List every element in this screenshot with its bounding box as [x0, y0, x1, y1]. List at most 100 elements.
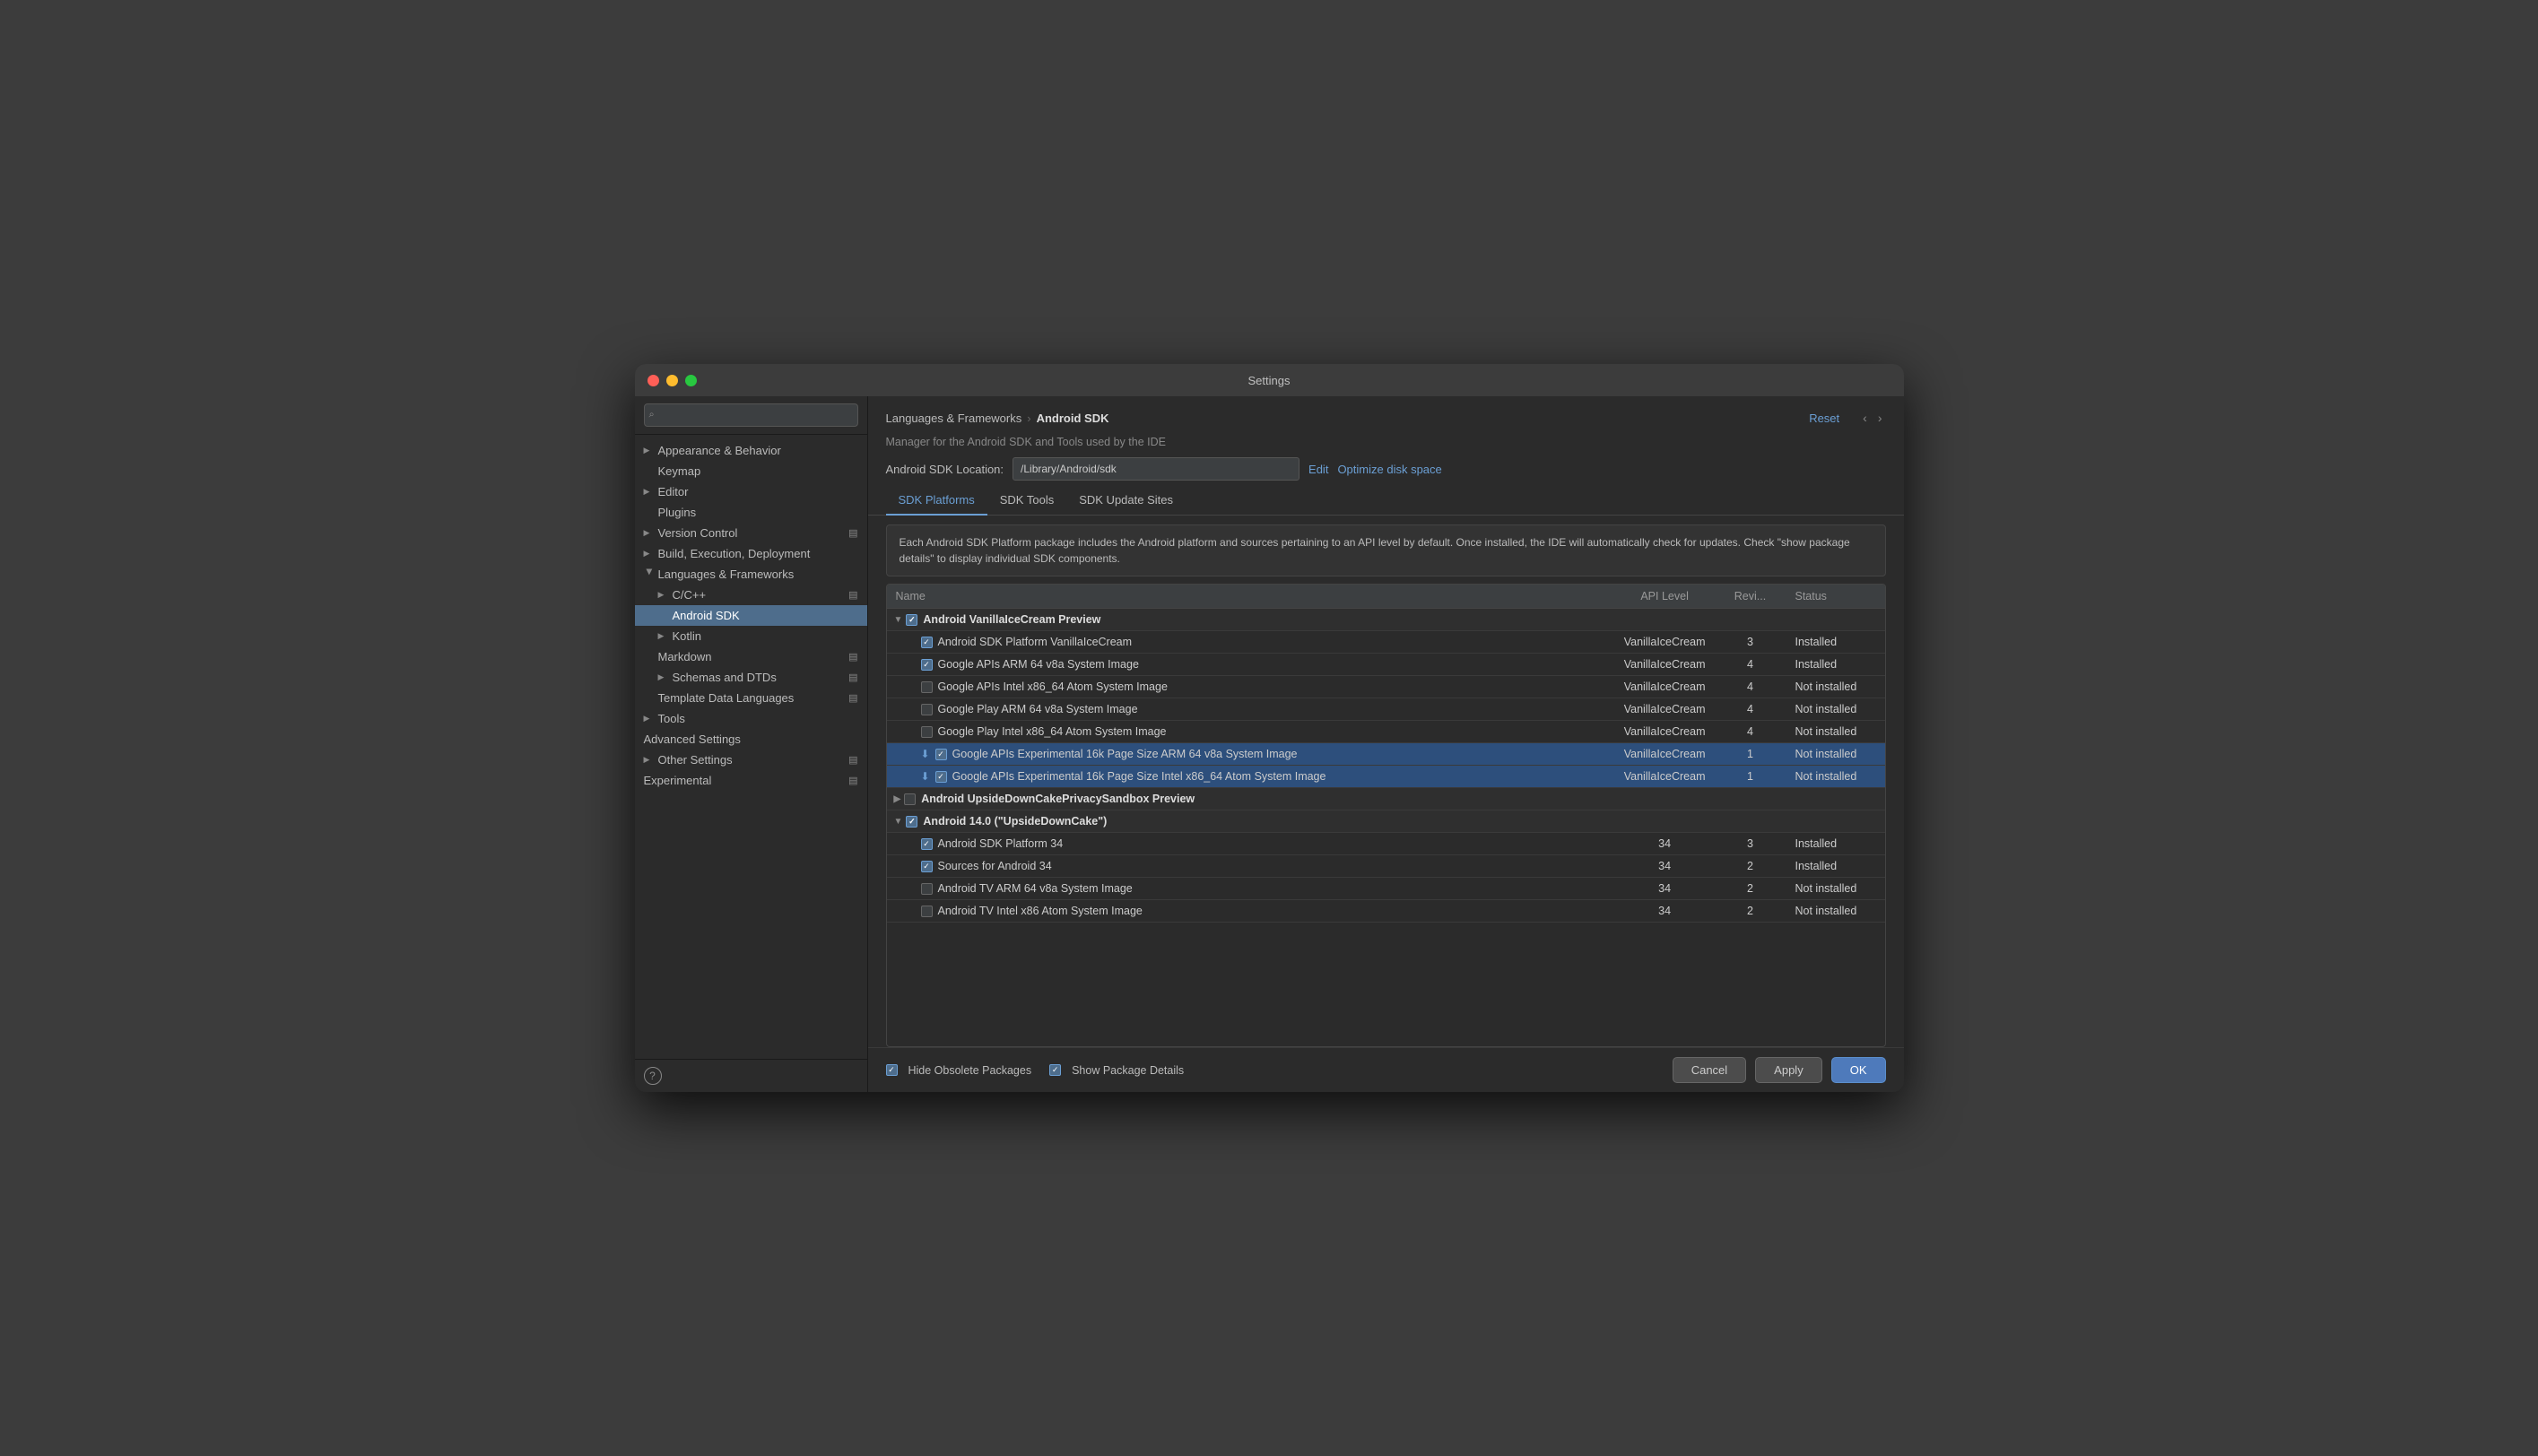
row-label: Google APIs Intel x86_64 Atom System Ima…: [938, 680, 1168, 693]
window-title: Settings: [1248, 374, 1291, 387]
row-checkbox[interactable]: [921, 906, 933, 917]
row-checkbox[interactable]: [921, 681, 933, 693]
row-rev: 2: [1715, 855, 1786, 878]
sidebar-item-advanced[interactable]: Advanced Settings: [635, 729, 867, 750]
table-row: Google Play ARM 64 v8a System Image Vani…: [887, 698, 1885, 721]
row-name-cell: ▼ Android VanillaIceCream Preview: [887, 609, 1615, 631]
hide-obsolete-option: Hide Obsolete Packages: [886, 1064, 1032, 1077]
sidebar-item-build[interactable]: ▶ Build, Execution, Deployment: [635, 543, 867, 564]
reset-button[interactable]: Reset: [1809, 412, 1839, 425]
sidebar-item-languages[interactable]: ▶ Languages & Frameworks: [635, 564, 867, 585]
tab-sdk-platforms[interactable]: SDK Platforms: [886, 486, 987, 516]
expand-icon[interactable]: ▼: [894, 615, 903, 625]
optimize-button[interactable]: Optimize disk space: [1337, 463, 1441, 476]
row-name-cell: Android SDK Platform 34: [887, 833, 1615, 855]
row-status: [1786, 810, 1885, 833]
sidebar-item-experimental[interactable]: Experimental ▤: [635, 770, 867, 791]
sidebar-item-markdown[interactable]: Markdown ▤: [635, 646, 867, 667]
forward-button[interactable]: ›: [1874, 409, 1886, 427]
main-content: ⌕ ▶ Appearance & Behavior Keymap ▶ Edito…: [635, 396, 1904, 1092]
sidebar-item-template[interactable]: Template Data Languages ▤: [635, 688, 867, 708]
ok-button[interactable]: OK: [1831, 1057, 1886, 1083]
row-label: Google APIs ARM 64 v8a System Image: [938, 658, 1139, 671]
minimize-button[interactable]: [666, 375, 678, 386]
row-name-cell: Google APIs ARM 64 v8a System Image: [887, 654, 1615, 676]
search-input[interactable]: [644, 403, 858, 427]
sidebar-item-other[interactable]: ▶ Other Settings ▤: [635, 750, 867, 770]
sidebar-item-kotlin[interactable]: ▶ Kotlin: [635, 626, 867, 646]
sidebar-item-schemas[interactable]: ▶ Schemas and DTDs ▤: [635, 667, 867, 688]
row-checkbox[interactable]: [921, 704, 933, 715]
show-package-option: Show Package Details: [1049, 1064, 1184, 1077]
sidebar-item-cpp[interactable]: ▶ C/C++ ▤: [635, 585, 867, 605]
row-label: Android VanillaIceCream Preview: [923, 613, 1100, 626]
row-api: [1615, 609, 1715, 631]
sidebar-item-appearance[interactable]: ▶ Appearance & Behavior: [635, 440, 867, 461]
main-panel: Languages & Frameworks › Android SDK Res…: [868, 396, 1904, 1092]
table-row: Android SDK Platform 34 34 3 Installed: [887, 833, 1885, 855]
tab-sdk-update-sites[interactable]: SDK Update Sites: [1066, 486, 1186, 516]
row-checkbox[interactable]: [921, 659, 933, 671]
col-name: Name: [887, 585, 1615, 609]
show-package-checkbox[interactable]: [1049, 1064, 1061, 1076]
settings-icon: ▤: [848, 775, 857, 786]
sidebar-item-label: Languages & Frameworks: [658, 568, 795, 581]
search-wrapper: ⌕: [644, 403, 858, 427]
cancel-button[interactable]: Cancel: [1673, 1057, 1746, 1083]
panel-header: Languages & Frameworks › Android SDK Res…: [868, 396, 1904, 427]
row-status: Not installed: [1786, 698, 1885, 721]
back-button[interactable]: ‹: [1859, 409, 1871, 427]
row-name-cell: Android SDK Platform VanillaIceCream: [887, 631, 1615, 654]
table-row-highlighted: ⬇ Google APIs Experimental 16k Page Size…: [887, 766, 1885, 788]
sidebar-item-editor[interactable]: ▶ Editor: [635, 481, 867, 502]
col-rev: Revi...: [1715, 585, 1786, 609]
sidebar-item-label: Schemas and DTDs: [673, 671, 777, 684]
row-checkbox[interactable]: [906, 614, 917, 626]
sidebar-item-keymap[interactable]: Keymap: [635, 461, 867, 481]
row-checkbox[interactable]: [904, 793, 916, 805]
sdk-location-input[interactable]: [1013, 457, 1299, 481]
row-checkbox[interactable]: [921, 838, 933, 850]
settings-icon: ▤: [848, 651, 857, 663]
sidebar-item-tools[interactable]: ▶ Tools: [635, 708, 867, 729]
row-checkbox[interactable]: [921, 726, 933, 738]
row-name-cell: Google APIs Intel x86_64 Atom System Ima…: [887, 676, 1615, 698]
row-checkbox[interactable]: [906, 816, 917, 828]
search-container: ⌕: [635, 396, 867, 435]
sidebar-item-android-sdk[interactable]: Android SDK: [635, 605, 867, 626]
row-checkbox[interactable]: [921, 637, 933, 648]
row-status: Installed: [1786, 654, 1885, 676]
sidebar-item-plugins[interactable]: Plugins: [635, 502, 867, 523]
arrow-icon: ▶: [658, 631, 669, 641]
sidebar-item-version-control[interactable]: ▶ Version Control ▤: [635, 523, 867, 543]
expand-icon[interactable]: ▶: [894, 794, 901, 804]
sidebar-item-label: Version Control: [658, 526, 738, 540]
hide-obsolete-checkbox[interactable]: [886, 1064, 898, 1076]
table-area: Each Android SDK Platform package includ…: [868, 516, 1904, 1047]
settings-icon: ▤: [848, 672, 857, 683]
maximize-button[interactable]: [685, 375, 697, 386]
sdk-table: Name API Level Revi... Status: [887, 585, 1885, 923]
nav-arrows: ‹ ›: [1859, 409, 1885, 427]
sidebar-item-label: Markdown: [658, 650, 712, 663]
edit-button[interactable]: Edit: [1308, 463, 1328, 476]
tab-sdk-tools[interactable]: SDK Tools: [987, 486, 1066, 516]
row-api: VanillaIceCream: [1615, 676, 1715, 698]
row-rev: 4: [1715, 721, 1786, 743]
table-row: Google APIs ARM 64 v8a System Image Vani…: [887, 654, 1885, 676]
row-status: Installed: [1786, 855, 1885, 878]
row-checkbox[interactable]: [935, 771, 947, 783]
row-checkbox[interactable]: [921, 883, 933, 895]
help-button[interactable]: ?: [644, 1067, 662, 1085]
row-label: Android SDK Platform 34: [938, 837, 1064, 850]
row-checkbox[interactable]: [921, 861, 933, 872]
expand-icon[interactable]: ▼: [894, 817, 903, 827]
sidebar-item-label: Experimental: [644, 774, 712, 787]
download-icon: ⬇: [921, 770, 930, 783]
row-checkbox[interactable]: [935, 749, 947, 760]
close-button[interactable]: [648, 375, 659, 386]
row-status: Not installed: [1786, 721, 1885, 743]
nav-list: ▶ Appearance & Behavior Keymap ▶ Editor …: [635, 435, 867, 1059]
settings-icon: ▤: [848, 589, 857, 601]
apply-button[interactable]: Apply: [1755, 1057, 1822, 1083]
